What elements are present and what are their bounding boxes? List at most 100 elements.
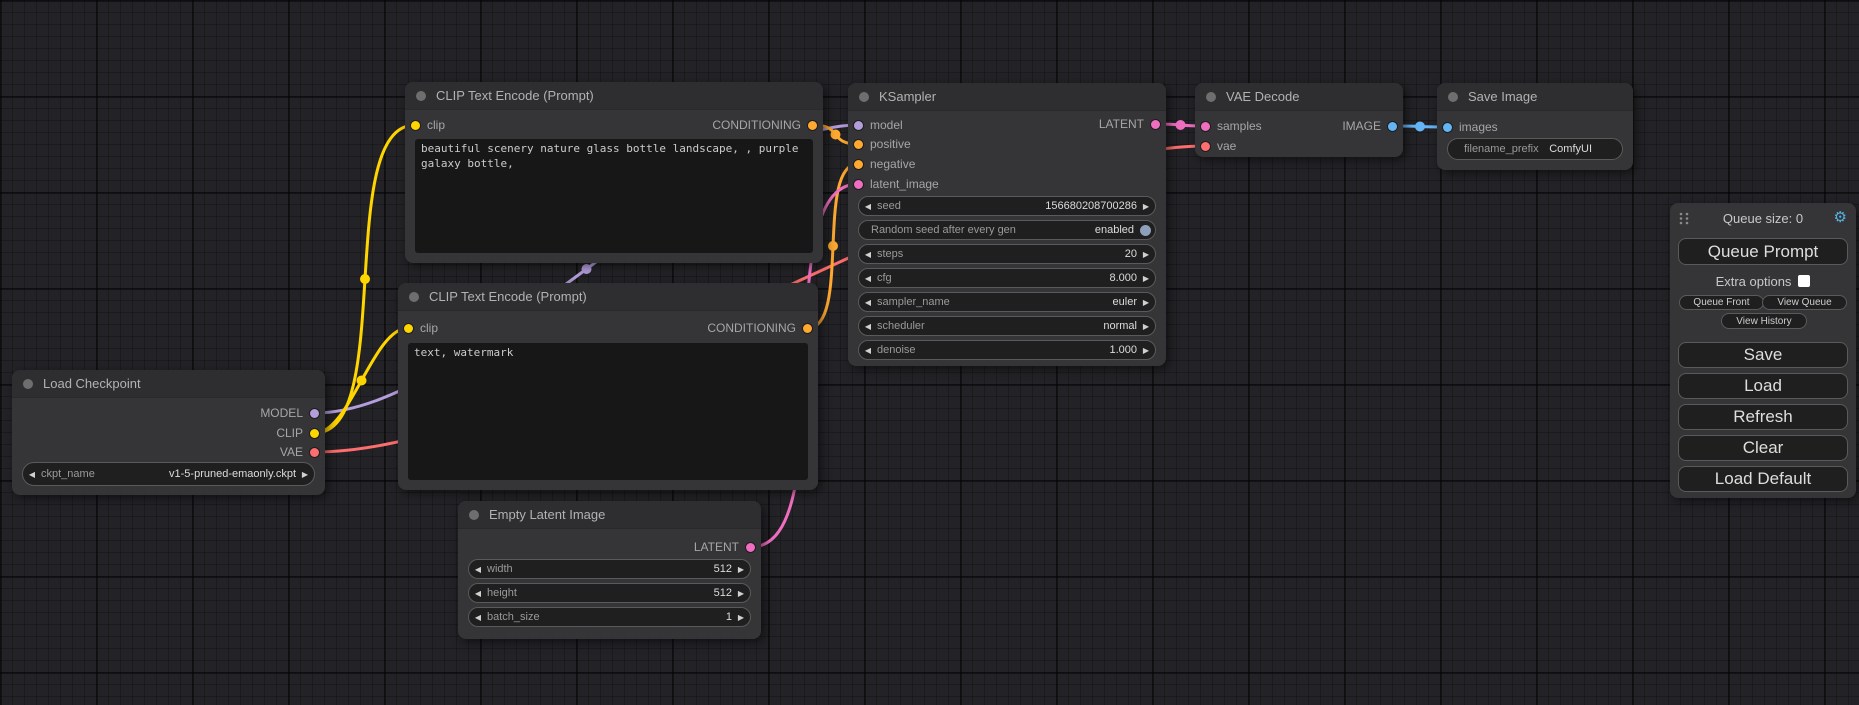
- node-ksampler[interactable]: KSamplermodelpositivenegativelatent_imag…: [848, 83, 1166, 366]
- node-load-checkpoint[interactable]: Load Checkpoint MODEL CLIP VAE ◀ckpt_namev1-…: [12, 370, 325, 495]
- node-title: Load Checkpoint: [43, 376, 141, 391]
- prompt-textarea[interactable]: text, watermark: [408, 343, 808, 480]
- link-midpoint-dot: [828, 241, 838, 251]
- widget-steps[interactable]: ◀steps 20▶: [858, 244, 1156, 264]
- increment-arrow-icon[interactable]: ▶: [1137, 250, 1155, 259]
- input-label: latent_image: [870, 177, 939, 191]
- output-dot-IMAGE[interactable]: [1388, 122, 1397, 131]
- node-clip-encode-positive[interactable]: CLIP Text Encode (Prompt)clipCONDITIONIN…: [405, 82, 823, 263]
- widget-random-seed-after-every-gen[interactable]: Random seed after every gen enabled: [858, 220, 1156, 240]
- increment-arrow-icon[interactable]: ▶: [296, 470, 314, 479]
- widget-scheduler[interactable]: ◀schedulernormal▶: [858, 316, 1156, 336]
- output-label: CLIP: [276, 426, 303, 440]
- view-history-button[interactable]: View History: [1721, 313, 1807, 329]
- widget-filename_prefix[interactable]: filename_prefixComfyUI: [1447, 138, 1623, 160]
- collapse-dot-icon[interactable]: [1448, 92, 1458, 102]
- output-dot-CLIP[interactable]: [310, 429, 319, 438]
- refresh-button[interactable]: Refresh: [1678, 404, 1848, 430]
- decrement-arrow-icon[interactable]: ◀: [469, 613, 487, 622]
- collapse-dot-icon[interactable]: [859, 92, 869, 102]
- widget-cfg[interactable]: ◀cfg8.000▶: [858, 268, 1156, 288]
- prompt-textarea[interactable]: beautiful scenery nature glass bottle la…: [415, 139, 813, 253]
- increment-arrow-icon[interactable]: ▶: [1137, 274, 1155, 283]
- decrement-arrow-icon[interactable]: ◀: [859, 298, 877, 307]
- output-dot-LATENT[interactable]: [746, 543, 755, 552]
- collapse-dot-icon[interactable]: [416, 91, 426, 101]
- input-dot-clip[interactable]: [404, 324, 413, 333]
- input-slot-images: images: [1443, 118, 1498, 136]
- output-dot-MODEL[interactable]: [310, 409, 319, 418]
- decrement-arrow-icon[interactable]: ◀: [859, 202, 877, 211]
- input-dot-images[interactable]: [1443, 123, 1452, 132]
- input-dot-latent_image[interactable]: [854, 180, 863, 189]
- clear-button[interactable]: Clear: [1678, 435, 1848, 461]
- input-dot-model[interactable]: [854, 121, 863, 130]
- graph-canvas[interactable]: Queue size: 0 ⚙ Queue Prompt Extra optio…: [0, 0, 1859, 705]
- widget-denoise[interactable]: ◀denoise1.000▶: [858, 340, 1156, 360]
- load-default-button[interactable]: Load Default: [1678, 466, 1848, 492]
- widget-sampler_name[interactable]: ◀sampler_nameeuler▶: [858, 292, 1156, 312]
- decrement-arrow-icon[interactable]: ◀: [859, 274, 877, 283]
- load-button[interactable]: Load: [1678, 373, 1848, 399]
- widget-batch_size[interactable]: ◀batch_size1▶: [468, 607, 751, 627]
- increment-arrow-icon[interactable]: ▶: [1137, 322, 1155, 331]
- queue-front-button[interactable]: Queue Front: [1679, 295, 1764, 310]
- node-titlebar: Empty Latent Image: [458, 501, 761, 529]
- node-vae-decode[interactable]: VAE DecodesamplesvaeIMAGE: [1195, 83, 1403, 157]
- output-dot-VAE[interactable]: [310, 448, 319, 457]
- output-label: VAE: [280, 445, 303, 459]
- node-clip-encode-negative[interactable]: CLIP Text Encode (Prompt)clipCONDITIONIN…: [398, 283, 818, 490]
- node-empty-latent-image[interactable]: Empty Latent ImageLATENT◀width512▶◀heigh…: [458, 501, 761, 639]
- widget-label: sampler_name: [877, 296, 950, 308]
- widget-value: enabled: [1095, 224, 1134, 236]
- input-dot-positive[interactable]: [854, 140, 863, 149]
- widget-seed[interactable]: ◀seed156680208700286▶: [858, 196, 1156, 216]
- collapse-dot-icon[interactable]: [409, 292, 419, 302]
- queue-prompt-button[interactable]: Queue Prompt: [1678, 238, 1848, 265]
- output-label: MODEL: [260, 406, 303, 420]
- widget-label: scheduler: [877, 320, 925, 332]
- increment-arrow-icon[interactable]: ▶: [732, 589, 750, 598]
- toggle-knob[interactable]: [1140, 225, 1151, 236]
- output-dot-LATENT[interactable]: [1151, 120, 1160, 129]
- output-label: CONDITIONING: [707, 321, 796, 335]
- widget-ckpt_name[interactable]: ◀ckpt_namev1-5-pruned-emaonly.ckpt▶: [22, 462, 315, 486]
- view-queue-button[interactable]: View Queue: [1762, 295, 1847, 310]
- gear-icon[interactable]: ⚙: [1834, 209, 1847, 227]
- output-slot-CLIP: CLIP: [276, 424, 319, 442]
- decrement-arrow-icon[interactable]: ◀: [469, 589, 487, 598]
- widget-label: width: [487, 563, 513, 575]
- input-dot-clip[interactable]: [411, 121, 420, 130]
- output-dot-CONDITIONING[interactable]: [808, 121, 817, 130]
- collapse-dot-icon[interactable]: [1206, 92, 1216, 102]
- collapse-dot-icon[interactable]: [23, 379, 33, 389]
- widget-height[interactable]: ◀height512▶: [468, 583, 751, 603]
- node-save-image[interactable]: Save Imageimagesfilename_prefixComfyUI: [1437, 83, 1633, 170]
- save-button[interactable]: Save: [1678, 342, 1848, 368]
- increment-arrow-icon[interactable]: ▶: [1137, 298, 1155, 307]
- decrement-arrow-icon[interactable]: ◀: [859, 322, 877, 331]
- widget-width[interactable]: ◀width512▶: [468, 559, 751, 579]
- decrement-arrow-icon[interactable]: ◀: [859, 346, 877, 355]
- increment-arrow-icon[interactable]: ▶: [732, 613, 750, 622]
- drag-handle-icon[interactable]: [1679, 212, 1689, 230]
- input-dot-negative[interactable]: [854, 160, 863, 169]
- widget-label: steps: [877, 248, 903, 260]
- increment-arrow-icon[interactable]: ▶: [1137, 346, 1155, 355]
- decrement-arrow-icon[interactable]: ◀: [859, 250, 877, 259]
- input-label: samples: [1217, 119, 1262, 133]
- widget-value: 20: [1125, 248, 1137, 260]
- widget-label: Random seed after every gen: [871, 224, 1016, 236]
- output-slot-MODEL: MODEL: [260, 404, 319, 422]
- input-dot-vae[interactable]: [1201, 142, 1210, 151]
- output-dot-CONDITIONING[interactable]: [803, 324, 812, 333]
- increment-arrow-icon[interactable]: ▶: [1137, 202, 1155, 211]
- node-titlebar: Load Checkpoint: [12, 370, 325, 398]
- decrement-arrow-icon[interactable]: ◀: [469, 565, 487, 574]
- increment-arrow-icon[interactable]: ▶: [732, 565, 750, 574]
- extra-options-checkbox[interactable]: [1798, 275, 1810, 287]
- decrement-arrow-icon[interactable]: ◀: [23, 470, 41, 479]
- widget-value: 1.000: [1109, 344, 1137, 356]
- collapse-dot-icon[interactable]: [469, 510, 479, 520]
- input-dot-samples[interactable]: [1201, 122, 1210, 131]
